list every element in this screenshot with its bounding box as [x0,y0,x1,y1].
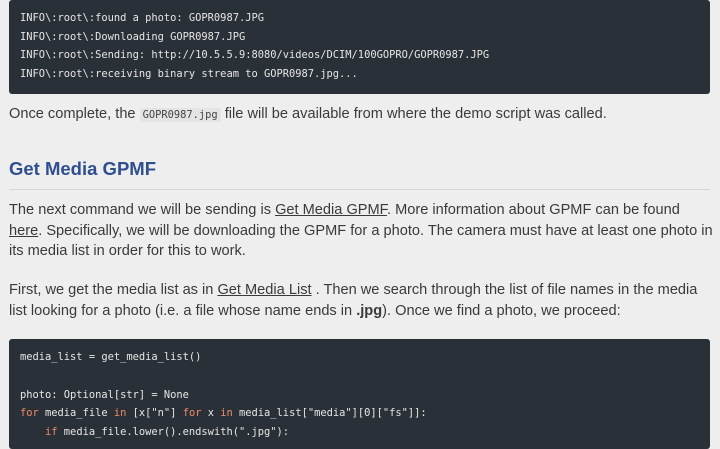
keyword: if [45,426,58,439]
code-line: if media_file.lower().endswith(".jpg"): [20,423,710,442]
code-text: media_file.lower().endswith(".jpg"): [57,426,290,439]
python-code-block: media_list = get_media_list() photo: Opt… [9,339,710,449]
text: ). Once we find a photo, we proceed: [382,302,621,319]
code-text: media_list["media"][0]["fs"]]: [232,407,427,420]
link-get-media-gpmf[interactable]: Get Media GPMF [275,202,387,218]
bold-extension: .jpg [356,302,383,319]
text: First, we get the media list as in [9,282,218,298]
code-line: media_list = get_media_list() [20,351,202,363]
log-line: INFO\:root\:receiving binary stream to G… [20,68,358,81]
log-line: INFO\:root\:Sending: http://10.5.5.9:808… [20,49,490,62]
keyword: in [113,407,127,420]
text: file will be available from where the de… [220,106,607,122]
code-text: media_file [38,407,114,420]
keyword: in [220,407,233,420]
text: . Specifically, we will be downloading t… [9,222,713,260]
text: . More information about GPMF can be fou… [386,202,680,218]
paragraph-next-command: The next command we will be sending is G… [9,200,714,262]
keyword: for [182,407,202,420]
paragraph-first: First, we get the media list as in Get M… [9,280,714,321]
section-heading: Get Media GPMF [9,158,156,179]
code-text: x [201,407,221,420]
link-get-media-list[interactable]: Get Media List [217,282,311,298]
code-line: photo: Optional[str] = None [20,388,189,401]
link-here[interactable]: here [9,223,38,239]
code-line: for media_file in [x["n"] for x in media… [20,404,710,423]
paragraph-complete: Once complete, the GOPR0987.jpg file wil… [9,104,714,126]
log-line: INFO\:root\:Downloading GOPR0987.JPG [20,30,246,43]
inline-code-filename: GOPR0987.jpg [139,108,221,122]
code-text: [x["n"] [126,407,183,420]
log-output-block: INFO\:root\:found a photo: GOPR0987.JPG … [9,0,710,94]
keyword: for [20,407,39,420]
log-line: INFO\:root\:found a photo: GOPR0987.JPG [20,12,264,24]
text: Once complete, the [9,106,140,122]
heading-divider [9,189,710,190]
text: The next command we will be sending is [9,202,276,218]
